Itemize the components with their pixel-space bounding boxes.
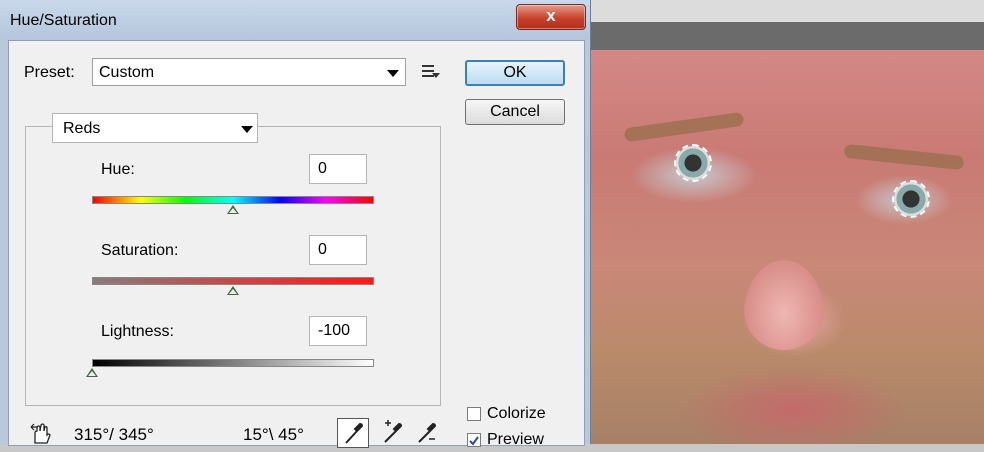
dialog-titlebar: Hue/Saturation x xyxy=(0,0,590,40)
eyedropper-minus-icon[interactable] xyxy=(415,419,441,445)
saturation-input[interactable]: 0 xyxy=(309,235,367,265)
preset-select[interactable]: Custom xyxy=(92,58,406,86)
app-topbar xyxy=(584,0,984,22)
saturation-slider-track[interactable] xyxy=(92,277,374,285)
range-left-label: 315°/ 345° xyxy=(74,425,154,444)
colorize-checkbox[interactable] xyxy=(467,407,481,421)
lightness-input[interactable]: -100 xyxy=(309,316,367,346)
close-icon: x xyxy=(546,6,556,25)
channel-select[interactable]: Reds xyxy=(52,113,258,143)
saturation-slider-thumb[interactable] xyxy=(227,286,239,295)
chevron-down-icon xyxy=(241,126,253,133)
right-eyebrow xyxy=(843,143,965,171)
saturation-label: Saturation: xyxy=(101,242,179,259)
range-right-label: 15°\ 45° xyxy=(243,425,304,444)
preview-label: Preview xyxy=(487,431,544,448)
preset-label: Preset: xyxy=(24,64,75,81)
left-eyebrow xyxy=(623,111,745,143)
chevron-down-icon xyxy=(387,70,399,77)
checkmark-icon xyxy=(469,436,479,446)
lightness-slider-thumb[interactable] xyxy=(86,368,98,377)
hue-input[interactable]: 0 xyxy=(309,154,367,184)
app-toolbar-strip xyxy=(584,22,984,50)
hue-label: Hue: xyxy=(101,161,135,178)
ok-button[interactable]: OK xyxy=(465,60,565,86)
preset-value: Custom xyxy=(99,64,155,81)
hue-slider-thumb[interactable] xyxy=(227,205,239,214)
preview-checkbox[interactable] xyxy=(467,433,481,447)
preset-options-icon[interactable] xyxy=(422,65,440,79)
eyedropper-plus-icon[interactable] xyxy=(381,419,407,445)
dialog-title: Hue/Saturation xyxy=(10,12,117,29)
nose xyxy=(744,260,824,350)
channel-value: Reds xyxy=(63,120,101,137)
hue-saturation-dialog: Hue/Saturation x Preset: Custom OK Cance… xyxy=(0,0,591,448)
lightness-slider-track[interactable] xyxy=(92,359,374,367)
cancel-button[interactable]: Cancel xyxy=(465,99,565,125)
right-eye xyxy=(892,180,930,218)
hue-slider-track[interactable] xyxy=(92,196,374,204)
background-photo xyxy=(584,0,984,444)
lightness-label: Lightness: xyxy=(101,323,174,340)
hand-adjust-icon[interactable] xyxy=(29,421,55,447)
dialog-body: Preset: Custom OK Cancel Reds Hue: 0 Sat… xyxy=(8,40,585,448)
close-button[interactable]: x xyxy=(516,4,586,30)
colorize-label: Colorize xyxy=(487,405,546,422)
left-eye xyxy=(674,144,712,182)
